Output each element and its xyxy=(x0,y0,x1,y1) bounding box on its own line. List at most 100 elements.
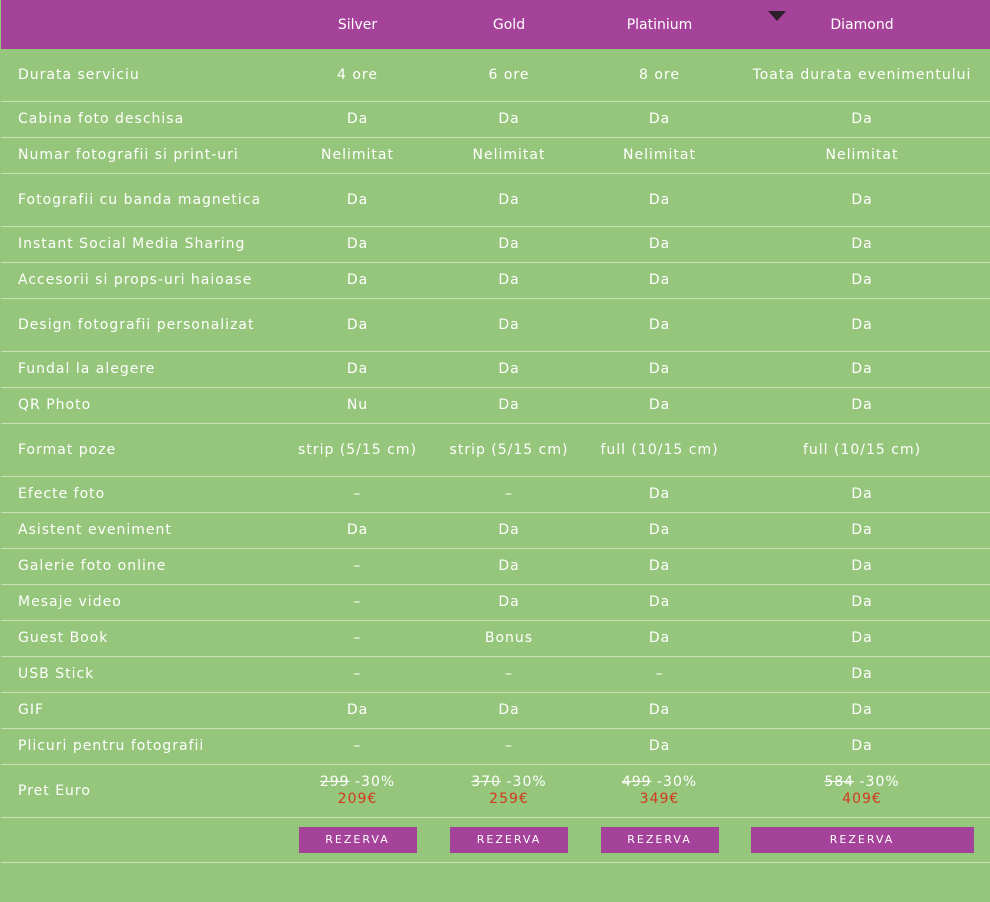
silver-reserve-cell: REZERVA xyxy=(282,817,433,863)
diamond-cell: Da xyxy=(734,656,990,693)
silver-cell: – xyxy=(282,476,433,513)
feature-label: Numar fotografii si print-uri xyxy=(1,137,282,174)
diamond-cell: Da xyxy=(734,692,990,729)
platinium-cell: Da xyxy=(585,512,734,549)
feature-label: Efecte foto xyxy=(1,476,282,513)
reserve-silver-button[interactable]: REZERVA xyxy=(298,827,417,853)
gold-cell: Da xyxy=(433,226,585,263)
platinium-cell: Da xyxy=(585,351,734,388)
platinium-cell: Da xyxy=(585,262,734,299)
table-row: Accesorii si props-uri haioase Da Da Da … xyxy=(1,262,990,299)
diamond-cell: Da xyxy=(734,728,990,765)
gold-cell: Da xyxy=(433,512,585,549)
gold-cell: Da xyxy=(433,101,585,138)
table-row: Instant Social Media Sharing Da Da Da Da xyxy=(1,226,990,263)
new-price: 209€ xyxy=(337,791,378,807)
silver-price: 299 -30% 209€ xyxy=(282,764,433,818)
header-diamond: Diamond xyxy=(734,0,990,49)
diamond-cell: Da xyxy=(734,262,990,299)
silver-cell: Da xyxy=(282,512,433,549)
diamond-cell: Da xyxy=(734,387,990,424)
platinium-cell: – xyxy=(585,656,734,693)
feature-label: Design fotografii personalizat xyxy=(1,298,282,352)
silver-cell: Da xyxy=(282,692,433,729)
platinium-cell: Da xyxy=(585,476,734,513)
old-price: 370 xyxy=(471,774,502,790)
reserve-diamond-button[interactable]: REZERVA xyxy=(750,827,974,853)
feature-label: Asistent eveniment xyxy=(1,512,282,549)
table-row: Durata serviciu 4 ore 6 ore 8 ore Toata … xyxy=(1,49,990,102)
feature-label: Fundal la alegere xyxy=(1,351,282,388)
gold-price: 370 -30% 259€ xyxy=(433,764,585,818)
feature-label: USB Stick xyxy=(1,656,282,693)
platinium-cell: Da xyxy=(585,298,734,352)
gold-cell: strip (5/15 cm) xyxy=(433,423,585,477)
feature-label: Galerie foto online xyxy=(1,548,282,585)
new-price: 409€ xyxy=(842,791,882,807)
header-platinium: Platinium xyxy=(585,0,734,49)
platinium-reserve-cell: REZERVA xyxy=(585,817,734,863)
new-price: 259€ xyxy=(489,791,529,807)
table-row: Fundal la alegere Da Da Da Da xyxy=(1,351,990,388)
gold-cell: Da xyxy=(433,262,585,299)
silver-cell: – xyxy=(282,548,433,585)
old-price: 499 xyxy=(621,774,652,790)
feature-label: Format poze xyxy=(1,423,282,477)
table-row: Mesaje video – Da Da Da xyxy=(1,584,990,621)
reserve-platinium-button[interactable]: REZERVA xyxy=(600,827,719,853)
discount: -30% xyxy=(355,774,396,790)
gold-cell: Da xyxy=(433,692,585,729)
gold-cell: – xyxy=(433,656,585,693)
gold-cell: – xyxy=(433,728,585,765)
platinium-cell: Da xyxy=(585,101,734,138)
gold-cell: Da xyxy=(433,584,585,621)
table-row: Cabina foto deschisa Da Da Da Da xyxy=(1,101,990,138)
platinium-cell: Da xyxy=(585,620,734,657)
platinium-price: 499 -30% 349€ xyxy=(585,764,734,818)
header-row: Silver Gold Platinium Diamond xyxy=(1,0,990,49)
gold-cell: Da xyxy=(433,173,585,227)
gold-cell: Da xyxy=(433,548,585,585)
table-row: Design fotografii personalizat Da Da Da … xyxy=(1,298,990,352)
diamond-cell: Da xyxy=(734,101,990,138)
diamond-cell: Da xyxy=(734,351,990,388)
platinium-cell: Da xyxy=(585,226,734,263)
silver-cell: strip (5/15 cm) xyxy=(282,423,433,477)
reserve-empty-cell xyxy=(1,817,282,863)
header-diamond-label: Diamond xyxy=(830,16,894,33)
silver-cell: Da xyxy=(282,351,433,388)
platinium-cell: Da xyxy=(585,584,734,621)
diamond-cell: Da xyxy=(734,512,990,549)
table-row: Fotografii cu banda magnetica Da Da Da D… xyxy=(1,173,990,227)
table-row: Galerie foto online – Da Da Da xyxy=(1,548,990,585)
price-row: Pret Euro 299 -30% 209€ 370 -30% 259€ 49… xyxy=(1,764,990,818)
silver-cell: Nelimitat xyxy=(282,137,433,174)
gold-cell: Nelimitat xyxy=(433,137,585,174)
feature-label: Plicuri pentru fotografii xyxy=(1,728,282,765)
silver-cell: – xyxy=(282,728,433,765)
triangle-down-icon xyxy=(768,11,786,21)
silver-cell: Da xyxy=(282,101,433,138)
old-price: 584 xyxy=(824,774,855,790)
discount: -30% xyxy=(657,774,698,790)
diamond-cell: Da xyxy=(734,620,990,657)
table-row: Guest Book – Bonus Da Da xyxy=(1,620,990,657)
gold-reserve-cell: REZERVA xyxy=(433,817,585,863)
feature-label: Fotografii cu banda magnetica xyxy=(1,173,282,227)
diamond-cell: Da xyxy=(734,584,990,621)
pricing-page: Silver Gold Platinium Diamond Durata ser… xyxy=(0,0,990,902)
feature-label: Durata serviciu xyxy=(1,49,282,102)
platinium-cell: Da xyxy=(585,173,734,227)
diamond-cell: Toata durata evenimentului xyxy=(734,49,990,102)
table-row: USB Stick – – – Da xyxy=(1,656,990,693)
header-silver: Silver xyxy=(282,0,433,49)
feature-label: Guest Book xyxy=(1,620,282,657)
reserve-gold-button[interactable]: REZERVA xyxy=(450,827,568,853)
silver-cell: Da xyxy=(282,226,433,263)
silver-cell: – xyxy=(282,584,433,621)
feature-label: Cabina foto deschisa xyxy=(1,101,282,138)
platinium-cell: Da xyxy=(585,548,734,585)
reserve-row: REZERVA REZERVA REZERVA REZERVA xyxy=(1,817,990,863)
silver-cell: 4 ore xyxy=(282,49,433,102)
diamond-cell: Da xyxy=(734,548,990,585)
